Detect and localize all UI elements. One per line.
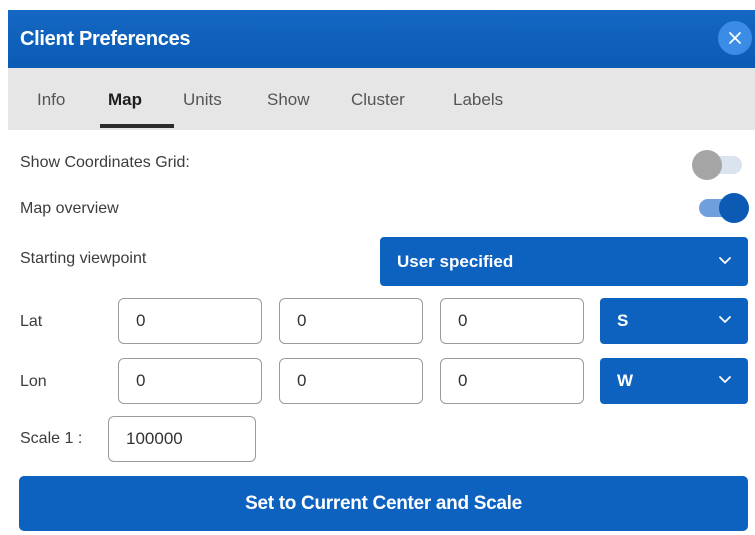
lat-hemisphere-value: S bbox=[617, 311, 629, 330]
lon-label: Lon bbox=[20, 373, 47, 390]
tab-bar: Info Map Units Show Cluster Labels bbox=[8, 68, 755, 130]
tab-show[interactable]: Show bbox=[267, 90, 310, 110]
map-overview-label: Map overview bbox=[20, 200, 119, 217]
chevron-down-icon bbox=[719, 376, 731, 383]
starting-viewpoint-label: Starting viewpoint bbox=[20, 250, 147, 267]
lat-minutes-input[interactable] bbox=[279, 298, 423, 344]
scale-input[interactable] bbox=[108, 416, 256, 462]
chevron-down-icon bbox=[719, 316, 731, 323]
coordinates-grid-label: Show Coordinates Grid: bbox=[20, 154, 190, 171]
tab-cluster[interactable]: Cluster bbox=[351, 90, 405, 110]
starting-viewpoint-select[interactable]: User specified bbox=[380, 237, 748, 286]
lat-label: Lat bbox=[20, 313, 43, 330]
active-tab-indicator bbox=[100, 124, 174, 128]
starting-viewpoint-value: User specified bbox=[397, 251, 514, 271]
coordinates-grid-toggle[interactable] bbox=[692, 149, 746, 181]
tab-labels[interactable]: Labels bbox=[453, 90, 503, 110]
scale-label: Scale 1 : bbox=[20, 430, 83, 447]
dialog-title: Client Preferences bbox=[20, 27, 191, 50]
toggle-knob bbox=[692, 150, 722, 180]
toggle-knob bbox=[719, 193, 749, 223]
lat-seconds-input[interactable] bbox=[440, 298, 584, 344]
lat-hemisphere-select[interactable]: S bbox=[600, 298, 748, 344]
lat-degrees-input[interactable] bbox=[118, 298, 262, 344]
set-current-center-scale-button[interactable]: Set to Current Center and Scale bbox=[19, 476, 748, 531]
lon-minutes-input[interactable] bbox=[279, 358, 423, 404]
close-button[interactable] bbox=[718, 21, 752, 55]
tab-info[interactable]: Info bbox=[37, 90, 65, 110]
lon-hemisphere-select[interactable]: W bbox=[600, 358, 748, 404]
lon-hemisphere-value: W bbox=[617, 371, 634, 390]
lon-degrees-input[interactable] bbox=[118, 358, 262, 404]
map-overview-toggle[interactable] bbox=[695, 192, 749, 224]
tab-map[interactable]: Map bbox=[108, 90, 142, 110]
close-icon bbox=[729, 32, 741, 44]
tab-units[interactable]: Units bbox=[183, 90, 222, 110]
chevron-down-icon bbox=[719, 256, 731, 264]
dialog-titlebar: Client Preferences bbox=[8, 10, 755, 68]
lon-seconds-input[interactable] bbox=[440, 358, 584, 404]
